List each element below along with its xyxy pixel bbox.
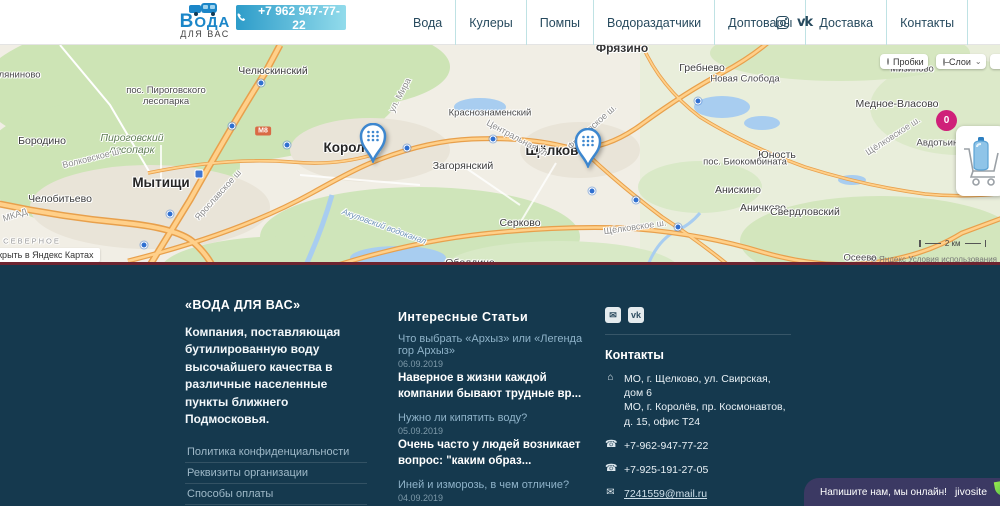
- article-date: 06.09.2019: [398, 359, 590, 369]
- transit-station-icon[interactable]: [195, 170, 204, 179]
- phone-row-2: ☎ +7-925-191-27-05: [605, 463, 791, 477]
- contacts-title: Контакты: [605, 348, 791, 362]
- article-date: 04.09.2019: [398, 493, 590, 503]
- traffic-button[interactable]: Пробки: [880, 54, 928, 69]
- article-link[interactable]: Что выбрать «Архыз» или «Легенда гор Арх…: [398, 333, 590, 357]
- terms-of-use-link[interactable]: Условия использования: [908, 255, 997, 264]
- footer-company-description: Компания, поставляющая бутилированную во…: [185, 324, 367, 428]
- map-poi-dot[interactable]: [167, 211, 174, 218]
- chat-brand: jivosite: [955, 486, 987, 498]
- phone-icon: [236, 12, 247, 23]
- header-social: vk: [776, 0, 812, 45]
- chat-message: Напишите нам, мы онлайн!: [820, 487, 947, 498]
- home-icon: ⌂: [605, 372, 616, 384]
- nav-item-2[interactable]: Кулеры: [456, 0, 526, 45]
- map-poi-dot[interactable]: [404, 145, 411, 152]
- footer-link-3[interactable]: Способы оплаты: [185, 484, 367, 505]
- header: Вода для вас +7 962 947-77-22 ВодаКулеры…: [0, 0, 1000, 45]
- footer: «ВОДА ДЛЯ ВАС» Компания, поставляющая бу…: [0, 265, 1000, 506]
- map-pin-Королёв[interactable]: [359, 123, 387, 168]
- article-date: 05.09.2019: [398, 426, 590, 436]
- nav-item-4[interactable]: Водораздатчики: [594, 0, 715, 45]
- email-link[interactable]: 7241559@mail.ru: [624, 487, 707, 501]
- copyright-label: © Яндекс: [871, 255, 906, 264]
- main-nav: ВодаКулерыПомпыВодораздатчикиДоптоварыДо…: [400, 0, 968, 45]
- article-excerpt: Наверное в жизни каждой компании бывают …: [398, 371, 590, 402]
- map-poi-dot[interactable]: [633, 197, 640, 204]
- footer-link-2[interactable]: Реквизиты организации: [185, 463, 367, 484]
- footer-company-title: «ВОДА ДЛЯ ВАС»: [185, 298, 367, 312]
- layers-label: Слои: [949, 57, 971, 67]
- map-poi-dot[interactable]: [141, 242, 148, 249]
- phone-icon: ☎: [605, 463, 616, 475]
- vk-icon[interactable]: vk: [797, 15, 812, 30]
- cart-bottle-icon: [960, 135, 1000, 187]
- articles-title: Интересные Статьи: [398, 310, 590, 324]
- map-poi-dot[interactable]: [490, 136, 497, 143]
- footer-link-1[interactable]: Политика конфиденциальности: [185, 442, 367, 463]
- address-row: ⌂ МО, г. Щелково, ул. Свирская, дом 6 МО…: [605, 372, 791, 429]
- article-link[interactable]: Иней и изморозь, в чем отличие?: [398, 479, 590, 491]
- traffic-icon: [887, 58, 889, 65]
- route-shield: М8: [255, 127, 271, 136]
- footer-about-column: «ВОДА ДЛЯ ВАС» Компания, поставляющая бу…: [185, 298, 367, 509]
- map-copyright: © Яндекс Условия использования: [871, 255, 997, 264]
- footer-mail-icon[interactable]: ✉: [605, 307, 621, 323]
- open-in-yandex-maps-link[interactable]: Открыть в Яндекс Картах: [0, 248, 100, 262]
- map-poi-dot[interactable]: [589, 188, 596, 195]
- phone-number-1[interactable]: +7-962-947-77-22: [624, 439, 708, 453]
- nav-item-6[interactable]: Доставка: [806, 0, 887, 45]
- instagram-icon[interactable]: [776, 16, 789, 29]
- map-terrain: [0, 45, 1000, 265]
- footer-social-row: ✉ vk: [605, 307, 791, 323]
- logo[interactable]: Вода для вас: [175, 2, 235, 39]
- leaf-icon: [994, 479, 1000, 496]
- traffic-label: Пробки: [893, 57, 924, 67]
- ruler-button[interactable]: [990, 54, 1000, 69]
- footer-link-4[interactable]: Процесс передачи данных: [185, 505, 367, 509]
- layers-icon: [943, 58, 945, 66]
- articles-list: Что выбрать «Архыз» или «Легенда гор Арх…: [398, 333, 590, 509]
- article-item-3: Иней и изморозь, в чем отличие? 04.09.201…: [398, 479, 590, 509]
- jivosite-chat-bar[interactable]: Напишите нам, мы онлайн! jivosite: [804, 478, 1000, 506]
- article-item-1: Что выбрать «Архыз» или «Легенда гор Арх…: [398, 333, 590, 402]
- logo-text-sub: для вас: [175, 29, 235, 39]
- footer-contacts-column: ✉ vk Контакты ⌂ МО, г. Щелково, ул. Свир…: [605, 307, 791, 509]
- map-pin-Щёлково[interactable]: [574, 128, 602, 173]
- divider: [605, 334, 791, 335]
- article-link[interactable]: Нужно ли кипятить воду?: [398, 412, 590, 424]
- phone-button-label: +7 962 947-77-22: [252, 4, 346, 32]
- phone-row-1: ☎ +7-962-947-77-22: [605, 439, 791, 453]
- map-poi-dot[interactable]: [675, 224, 682, 231]
- map-poi-dot[interactable]: [229, 123, 236, 130]
- map-poi-dot[interactable]: [258, 80, 265, 87]
- footer-articles-column: Интересные Статьи Что выбрать «Архыз» ил…: [398, 310, 590, 509]
- yandex-map[interactable]: МытищиКоролёвЩёлковоФрязиноЧелюскинскийБ…: [0, 45, 1000, 265]
- scale-label: 2 км: [945, 239, 961, 248]
- cart-badge: 0: [936, 110, 957, 131]
- nav-item-1[interactable]: Вода: [400, 0, 456, 45]
- article-excerpt: Во второй половине осени температура по …: [398, 505, 590, 509]
- logo-text-main: Вода: [175, 16, 235, 28]
- article-item-2: Нужно ли кипятить воду? 05.09.2019 Очень ч…: [398, 412, 590, 469]
- nav-item-7[interactable]: Контакты: [887, 0, 968, 45]
- map-poi-dot[interactable]: [284, 142, 291, 149]
- footer-vk-icon[interactable]: vk: [628, 307, 644, 323]
- nav-item-3[interactable]: Помпы: [527, 0, 594, 45]
- envelope-icon: ✉: [605, 487, 616, 499]
- layers-button[interactable]: Слои ⌄: [936, 54, 986, 69]
- phone-icon: ☎: [605, 439, 616, 451]
- article-excerpt: Очень часто у людей возникает вопрос: "к…: [398, 438, 590, 469]
- phone-number-2[interactable]: +7-925-191-27-05: [624, 463, 708, 477]
- map-poi-dot[interactable]: [695, 98, 702, 105]
- map-scalebar: 2 км: [919, 239, 986, 248]
- phone-button[interactable]: +7 962 947-77-22: [236, 5, 346, 30]
- chevron-down-icon: ⌄: [975, 57, 982, 66]
- cart-widget[interactable]: [956, 126, 1000, 196]
- address-text: МО, г. Щелково, ул. Свирская, дом 6 МО, …: [624, 372, 791, 429]
- footer-links-list: Политика конфиденциальностиРеквизиты орг…: [185, 442, 367, 509]
- email-row: ✉ 7241559@mail.ru: [605, 487, 791, 501]
